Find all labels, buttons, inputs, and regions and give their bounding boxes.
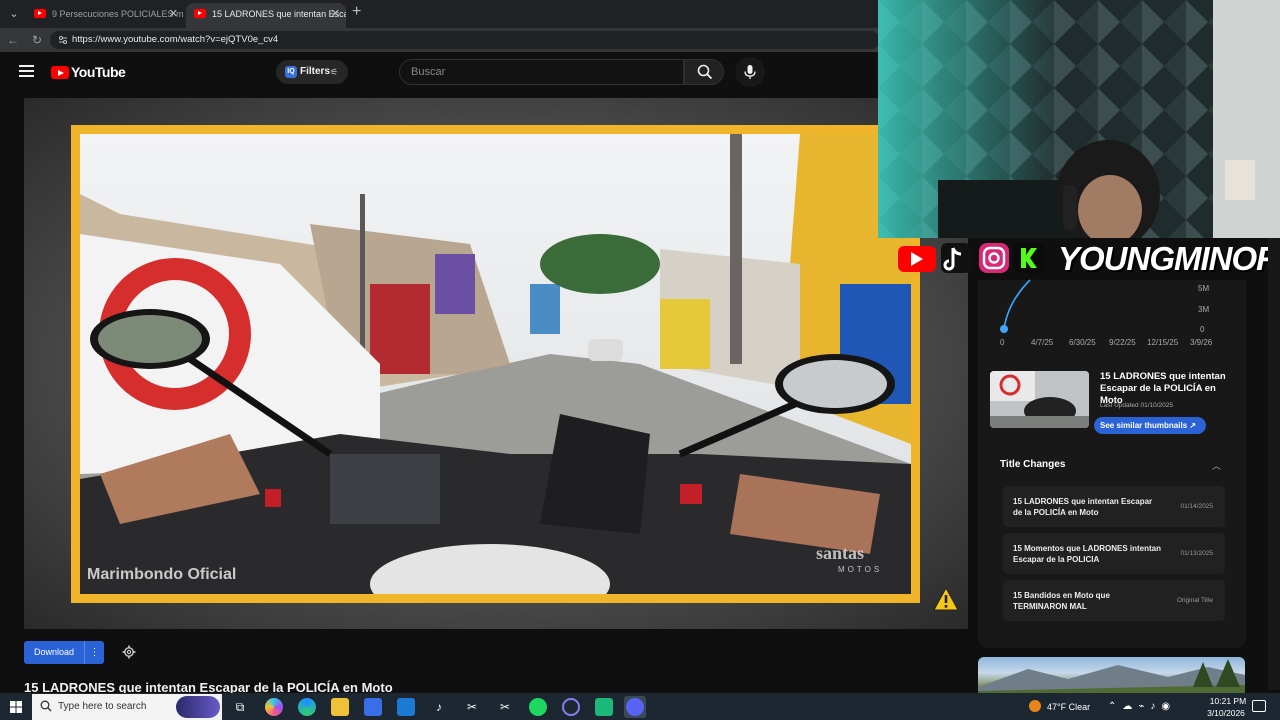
microphone-icon — [744, 65, 756, 79]
title-change-original-label: Original Title — [1176, 597, 1213, 604]
x-tick-label: 0 — [1000, 338, 1005, 347]
webcam-overlay — [878, 0, 1280, 238]
clock-time[interactable]: 10:21 PM — [1208, 696, 1248, 706]
title-changes-header: Title Changes — [1000, 459, 1066, 470]
site-info-icon[interactable] — [58, 35, 68, 45]
video-thumbnail[interactable] — [990, 371, 1089, 428]
search-highlight-image — [176, 696, 220, 718]
system-tray-icons[interactable]: ⌃☁⌁♪◉ — [1108, 701, 1176, 712]
recommended-video-thumbnail[interactable] — [978, 657, 1245, 697]
views-line — [1003, 279, 1031, 330]
close-icon[interactable]: ✕ — [331, 3, 340, 25]
title-change-text: 15 LADRONES que intentan Escapar de la P… — [1013, 497, 1153, 517]
task-view-icon[interactable]: ⧉ — [231, 698, 249, 716]
edge-icon[interactable] — [298, 698, 316, 716]
back-arrow-icon[interactable]: ← — [5, 32, 21, 48]
url-text[interactable]: https://www.youtube.com/watch?v=ejQTV0e_… — [72, 34, 278, 45]
tab-search-chevron-icon[interactable]: ⌄ — [6, 6, 22, 22]
weather-text[interactable]: 47°F Clear — [1047, 702, 1090, 712]
x-tick-label: 3/9/26 — [1190, 338, 1213, 347]
clock-date[interactable]: 3/10/2026 — [1204, 708, 1248, 718]
video-watermark-right-sub: MOTOS — [838, 565, 883, 574]
gear-icon[interactable] — [122, 645, 136, 659]
microsoft-store-icon[interactable] — [364, 698, 382, 716]
see-similar-thumbnails-button[interactable]: See similar thumbnails ↗ — [1094, 417, 1206, 434]
search-input[interactable]: Buscar — [399, 59, 684, 85]
download-more-icon[interactable]: ⋮ — [84, 641, 104, 664]
tiktok-icon[interactable]: ♪ — [430, 698, 448, 716]
views-line-start-point — [1000, 325, 1008, 333]
search-button[interactable] — [684, 59, 724, 85]
motorcycle-street-scene — [80, 134, 911, 594]
tab-label: 9 Persecuciones POLICIALES muy — [52, 9, 184, 19]
capcut-alt-icon[interactable]: ✂ — [496, 698, 514, 716]
video-watermark-right: santas — [816, 543, 865, 563]
title-change-text: 15 Momentos que LADRONES intentan Escapa… — [1013, 544, 1162, 564]
page-scrollbar[interactable] — [1268, 238, 1280, 690]
mail-icon[interactable] — [397, 698, 415, 716]
browser-tab-1[interactable]: 9 Persecuciones POLICIALES muy ✕ — [26, 3, 184, 28]
y-tick-label: 3M — [1198, 305, 1209, 314]
webcam-feed-image — [878, 0, 1280, 238]
collapse-chevron-icon[interactable]: ︿ — [1212, 459, 1221, 472]
youtube-logo-icon[interactable] — [51, 66, 69, 79]
views-chart: 5M 3M 0 0 4/7/25 6/30/25 9/22/25 12/15/2… — [1000, 279, 1213, 347]
search-icon — [40, 700, 52, 712]
capcut-icon[interactable]: ✂ — [463, 698, 481, 716]
y-tick-label: 5M — [1198, 284, 1209, 293]
weather-moon-icon[interactable] — [1029, 700, 1041, 712]
last-updated-text: Last Updated 01/10/2025 — [1100, 402, 1174, 409]
new-tab-plus-icon[interactable]: + — [352, 3, 368, 21]
file-explorer-icon[interactable] — [331, 698, 349, 716]
reload-icon[interactable]: ↻ — [29, 32, 45, 48]
title-change-date: 01/14/2025 — [1180, 503, 1213, 510]
spotify-icon[interactable] — [529, 698, 547, 716]
thumbnail-image — [990, 371, 1089, 428]
filters-tune-icon: ⚟ — [330, 67, 339, 77]
browser-tab-2[interactable]: 15 LADRONES que intentan Escap ✕ — [186, 3, 346, 28]
discord-icon[interactable] — [626, 698, 644, 716]
copilot-icon[interactable] — [265, 698, 283, 716]
x-tick-label: 6/30/25 — [1069, 338, 1096, 347]
windows-start-icon[interactable] — [10, 701, 22, 713]
external-link-icon: ↗ — [1189, 421, 1197, 430]
tab-label: 15 LADRONES que intentan Escap — [212, 9, 346, 19]
y-tick-label: 0 — [1200, 325, 1205, 334]
taskbar-search-placeholder[interactable]: Type here to search — [58, 701, 146, 712]
filters-extension-icon: IQ — [285, 66, 297, 78]
youtube-logo-text[interactable]: YouTube — [71, 64, 126, 80]
download-label[interactable]: Download — [34, 647, 74, 657]
warning-icon — [933, 587, 959, 611]
youtube-favicon-icon — [194, 9, 206, 18]
x-tick-label: 12/15/25 — [1147, 338, 1179, 347]
hamburger-menu-icon[interactable] — [19, 65, 34, 77]
voice-search-button[interactable] — [735, 57, 765, 87]
video-frame[interactable] — [80, 134, 911, 594]
close-icon[interactable]: ✕ — [169, 3, 178, 25]
title-change-date: 01/13/2025 — [1180, 550, 1213, 557]
notification-center-icon[interactable] — [1252, 700, 1266, 712]
see-similar-label: See similar thumbnails — [1100, 421, 1188, 430]
obs-icon[interactable] — [562, 698, 580, 716]
mountain-landscape-image — [978, 659, 1245, 697]
x-tick-label: 4/7/25 — [1031, 338, 1054, 347]
search-icon — [697, 64, 713, 80]
video-watermark-left: Marimbondo Oficial — [87, 566, 237, 583]
title-change-text: 15 Bandidos en Moto que TERMINARON MAL — [1013, 591, 1110, 611]
x-tick-label: 9/22/25 — [1109, 338, 1136, 347]
streamlabs-icon[interactable] — [595, 698, 613, 716]
youtube-favicon-icon — [34, 9, 46, 18]
